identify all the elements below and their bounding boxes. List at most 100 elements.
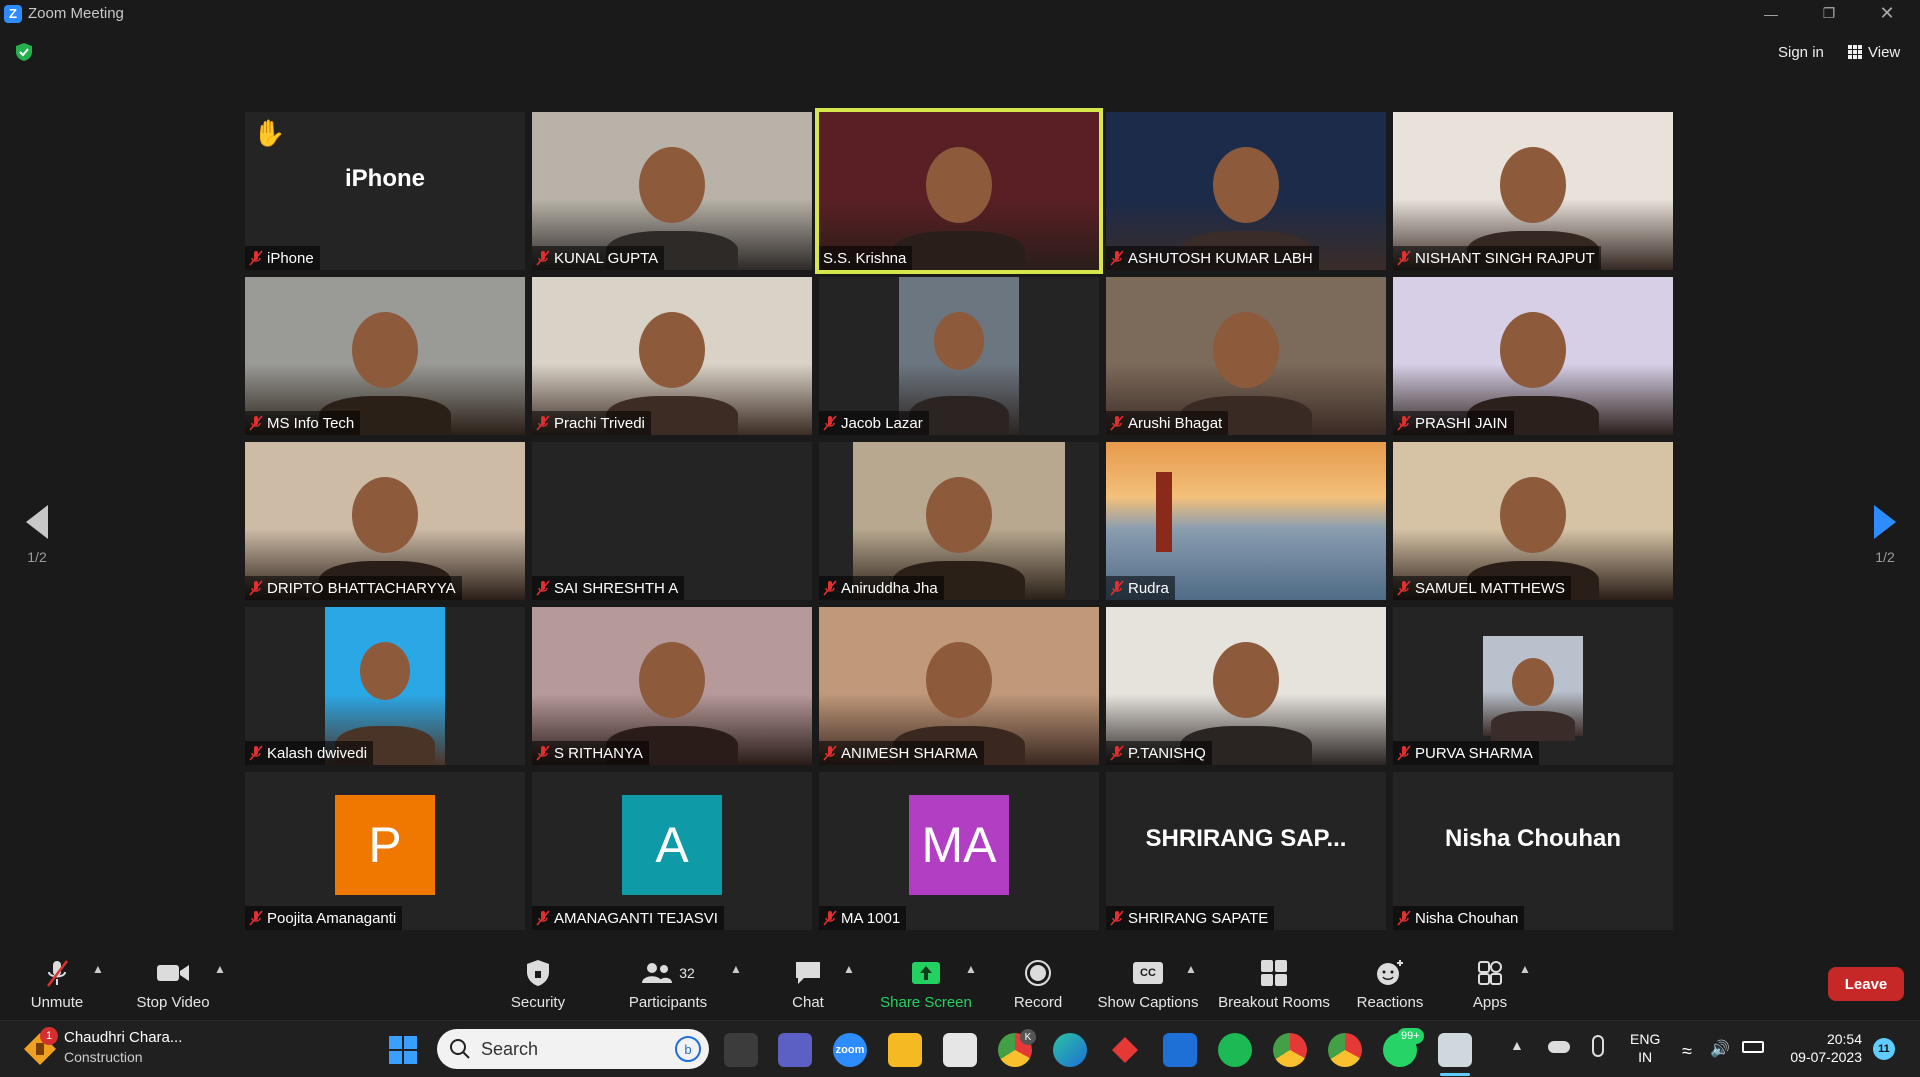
chat-button[interactable]: Chat xyxy=(780,948,836,1020)
participant-tile[interactable]: ASHUTOSH KUMAR LABH xyxy=(1106,112,1386,270)
zoom-logo-icon: Z xyxy=(4,4,22,23)
participant-tile[interactable]: PURVA SHARMA xyxy=(1393,607,1673,765)
participant-tile[interactable]: Kalash dwivedi xyxy=(245,607,525,765)
participant-tile[interactable]: A AMANAGANTI TEJASVI xyxy=(532,772,812,930)
windows-start-icon[interactable] xyxy=(386,1033,420,1067)
mic-muted-icon xyxy=(823,910,837,926)
video-options-caret-icon[interactable]: ▲ xyxy=(214,962,226,976)
chrome-second-icon[interactable] xyxy=(1328,1033,1362,1067)
sign-in-button[interactable]: Sign in xyxy=(1770,38,1832,66)
participant-tile[interactable]: Aniruddha Jha xyxy=(819,442,1099,600)
participant-tile[interactable]: P Poojita Amanaganti xyxy=(245,772,525,930)
apps-caret-icon[interactable]: ▲ xyxy=(1519,962,1531,976)
anydesk-icon[interactable] xyxy=(1108,1033,1142,1067)
participant-name: NISHANT SINGH RAJPUT xyxy=(1415,249,1595,267)
minimize-button[interactable]: — xyxy=(1748,0,1794,27)
notification-center-badge[interactable]: 11 xyxy=(1873,1038,1895,1060)
view-button[interactable]: View xyxy=(1840,38,1908,66)
participant-tile[interactable]: KUNAL GUPTA xyxy=(532,112,812,270)
volume-icon[interactable]: 🔊 xyxy=(1710,1039,1730,1059)
participant-tile[interactable]: P.TANISHQ xyxy=(1106,607,1386,765)
zoom-app-icon[interactable]: zoom xyxy=(833,1033,867,1067)
participant-face xyxy=(933,311,985,370)
mic-muted-icon xyxy=(823,745,837,761)
show-captions-button[interactable]: CC Show Captions xyxy=(1094,948,1202,1020)
participant-tile[interactable]: S RITHANYA xyxy=(532,607,812,765)
participant-name-label: Jacob Lazar xyxy=(819,411,929,435)
participant-tile[interactable]: MS Info Tech xyxy=(245,277,525,435)
chevron-left-icon xyxy=(26,505,48,539)
next-page-button[interactable]: 1/2 xyxy=(1865,505,1905,575)
snipping-tool-icon[interactable] xyxy=(1438,1033,1472,1067)
participants-button[interactable]: 32 Participants xyxy=(626,948,710,1020)
participant-tile[interactable]: NISHANT SINGH RAJPUT xyxy=(1393,112,1673,270)
participant-name: Jacob Lazar xyxy=(841,414,923,432)
taskbar-search-input[interactable]: Search b xyxy=(437,1029,709,1069)
record-icon xyxy=(1025,959,1051,986)
encryption-shield-icon[interactable] xyxy=(14,42,34,62)
wifi-icon[interactable]: ≈ xyxy=(1682,1041,1692,1062)
apps-button[interactable]: Apps xyxy=(1470,948,1510,1020)
battery-icon[interactable] xyxy=(1742,1041,1764,1053)
breakout-rooms-button[interactable]: Breakout Rooms xyxy=(1214,948,1334,1020)
stop-video-button[interactable]: Stop Video xyxy=(128,948,218,1020)
spotify-icon[interactable] xyxy=(1218,1033,1252,1067)
participant-name: MA 1001 xyxy=(841,909,901,927)
clock[interactable]: 20:54 09-07-2023 xyxy=(1780,1030,1862,1066)
participant-tile[interactable]: PRASHI JAIN xyxy=(1393,277,1673,435)
restore-button[interactable]: ❐ xyxy=(1806,0,1852,27)
participant-tile[interactable]: Rudra xyxy=(1106,442,1386,600)
record-button[interactable]: Record xyxy=(1008,948,1068,1020)
bing-icon[interactable]: b xyxy=(675,1036,701,1062)
close-button[interactable]: ✕ xyxy=(1864,0,1910,27)
show-hidden-icons-chevron-icon[interactable]: ▲ xyxy=(1510,1037,1524,1053)
share-screen-button[interactable]: Share Screen xyxy=(876,948,976,1020)
participant-tile[interactable]: MA MA 1001 xyxy=(819,772,1099,930)
participant-tile[interactable]: Nisha Chouhan Nisha Chouhan xyxy=(1393,772,1673,930)
edge-icon[interactable] xyxy=(1053,1033,1087,1067)
reactions-button[interactable]: Reactions xyxy=(1354,948,1426,1020)
previous-page-button[interactable]: 1/2 xyxy=(17,505,57,575)
teams-chat-icon[interactable] xyxy=(778,1033,812,1067)
language-indicator[interactable]: ENG IN xyxy=(1630,1030,1660,1066)
participant-face xyxy=(638,641,706,719)
chrome-icon[interactable] xyxy=(1273,1033,1307,1067)
participant-name: S RITHANYA xyxy=(554,744,643,762)
participant-tile[interactable]: SAI SHRESHTH A xyxy=(532,442,812,600)
task-view-icon[interactable] xyxy=(724,1033,758,1067)
participant-tile[interactable]: Arushi Bhagat xyxy=(1106,277,1386,435)
participant-face xyxy=(925,641,993,719)
share-caret-icon[interactable]: ▲ xyxy=(965,962,977,976)
participants-caret-icon[interactable]: ▲ xyxy=(730,962,742,976)
security-button[interactable]: Security xyxy=(502,948,574,1020)
participant-name: AMANAGANTI TEJASVI xyxy=(554,909,718,927)
microsoft-store-icon[interactable] xyxy=(943,1033,977,1067)
news-widget-icon[interactable]: 1 xyxy=(22,1027,62,1069)
participant-tile[interactable]: DRIPTO BHATTACHARYYA xyxy=(245,442,525,600)
participant-tile[interactable]: Jacob Lazar xyxy=(819,277,1099,435)
participants-label: Participants xyxy=(628,993,708,1011)
participant-name: ASHUTOSH KUMAR LABH xyxy=(1128,249,1313,267)
participant-tile[interactable]: Prachi Trivedi xyxy=(532,277,812,435)
unmute-button[interactable]: Unmute xyxy=(22,948,92,1020)
dropbox-icon[interactable] xyxy=(1163,1033,1197,1067)
leave-button[interactable]: Leave xyxy=(1828,967,1904,1001)
mic-muted-icon xyxy=(823,580,837,596)
participant-tile[interactable]: iPhone ✋ iPhone xyxy=(245,112,525,270)
captions-caret-icon[interactable]: ▲ xyxy=(1185,962,1197,976)
chevron-right-icon xyxy=(1874,505,1896,539)
participant-tile[interactable]: SAMUEL MATTHEWS xyxy=(1393,442,1673,600)
microphone-tray-icon[interactable] xyxy=(1592,1035,1604,1057)
participant-tile[interactable]: SHRIRANG SAP... SHRIRANG SAPATE xyxy=(1106,772,1386,930)
participant-tile[interactable]: ANIMESH SHARMA xyxy=(819,607,1099,765)
participant-tile[interactable]: S.S. Krishna xyxy=(815,108,1103,274)
chat-caret-icon[interactable]: ▲ xyxy=(843,962,855,976)
participant-name: Nisha Chouhan xyxy=(1415,909,1519,927)
share-screen-icon xyxy=(912,961,940,984)
onedrive-icon[interactable] xyxy=(1548,1041,1570,1053)
audio-options-caret-icon[interactable]: ▲ xyxy=(92,962,104,976)
mic-muted-icon xyxy=(249,580,263,596)
search-icon xyxy=(450,1039,470,1059)
file-explorer-icon[interactable] xyxy=(888,1033,922,1067)
security-shield-icon xyxy=(527,959,549,986)
